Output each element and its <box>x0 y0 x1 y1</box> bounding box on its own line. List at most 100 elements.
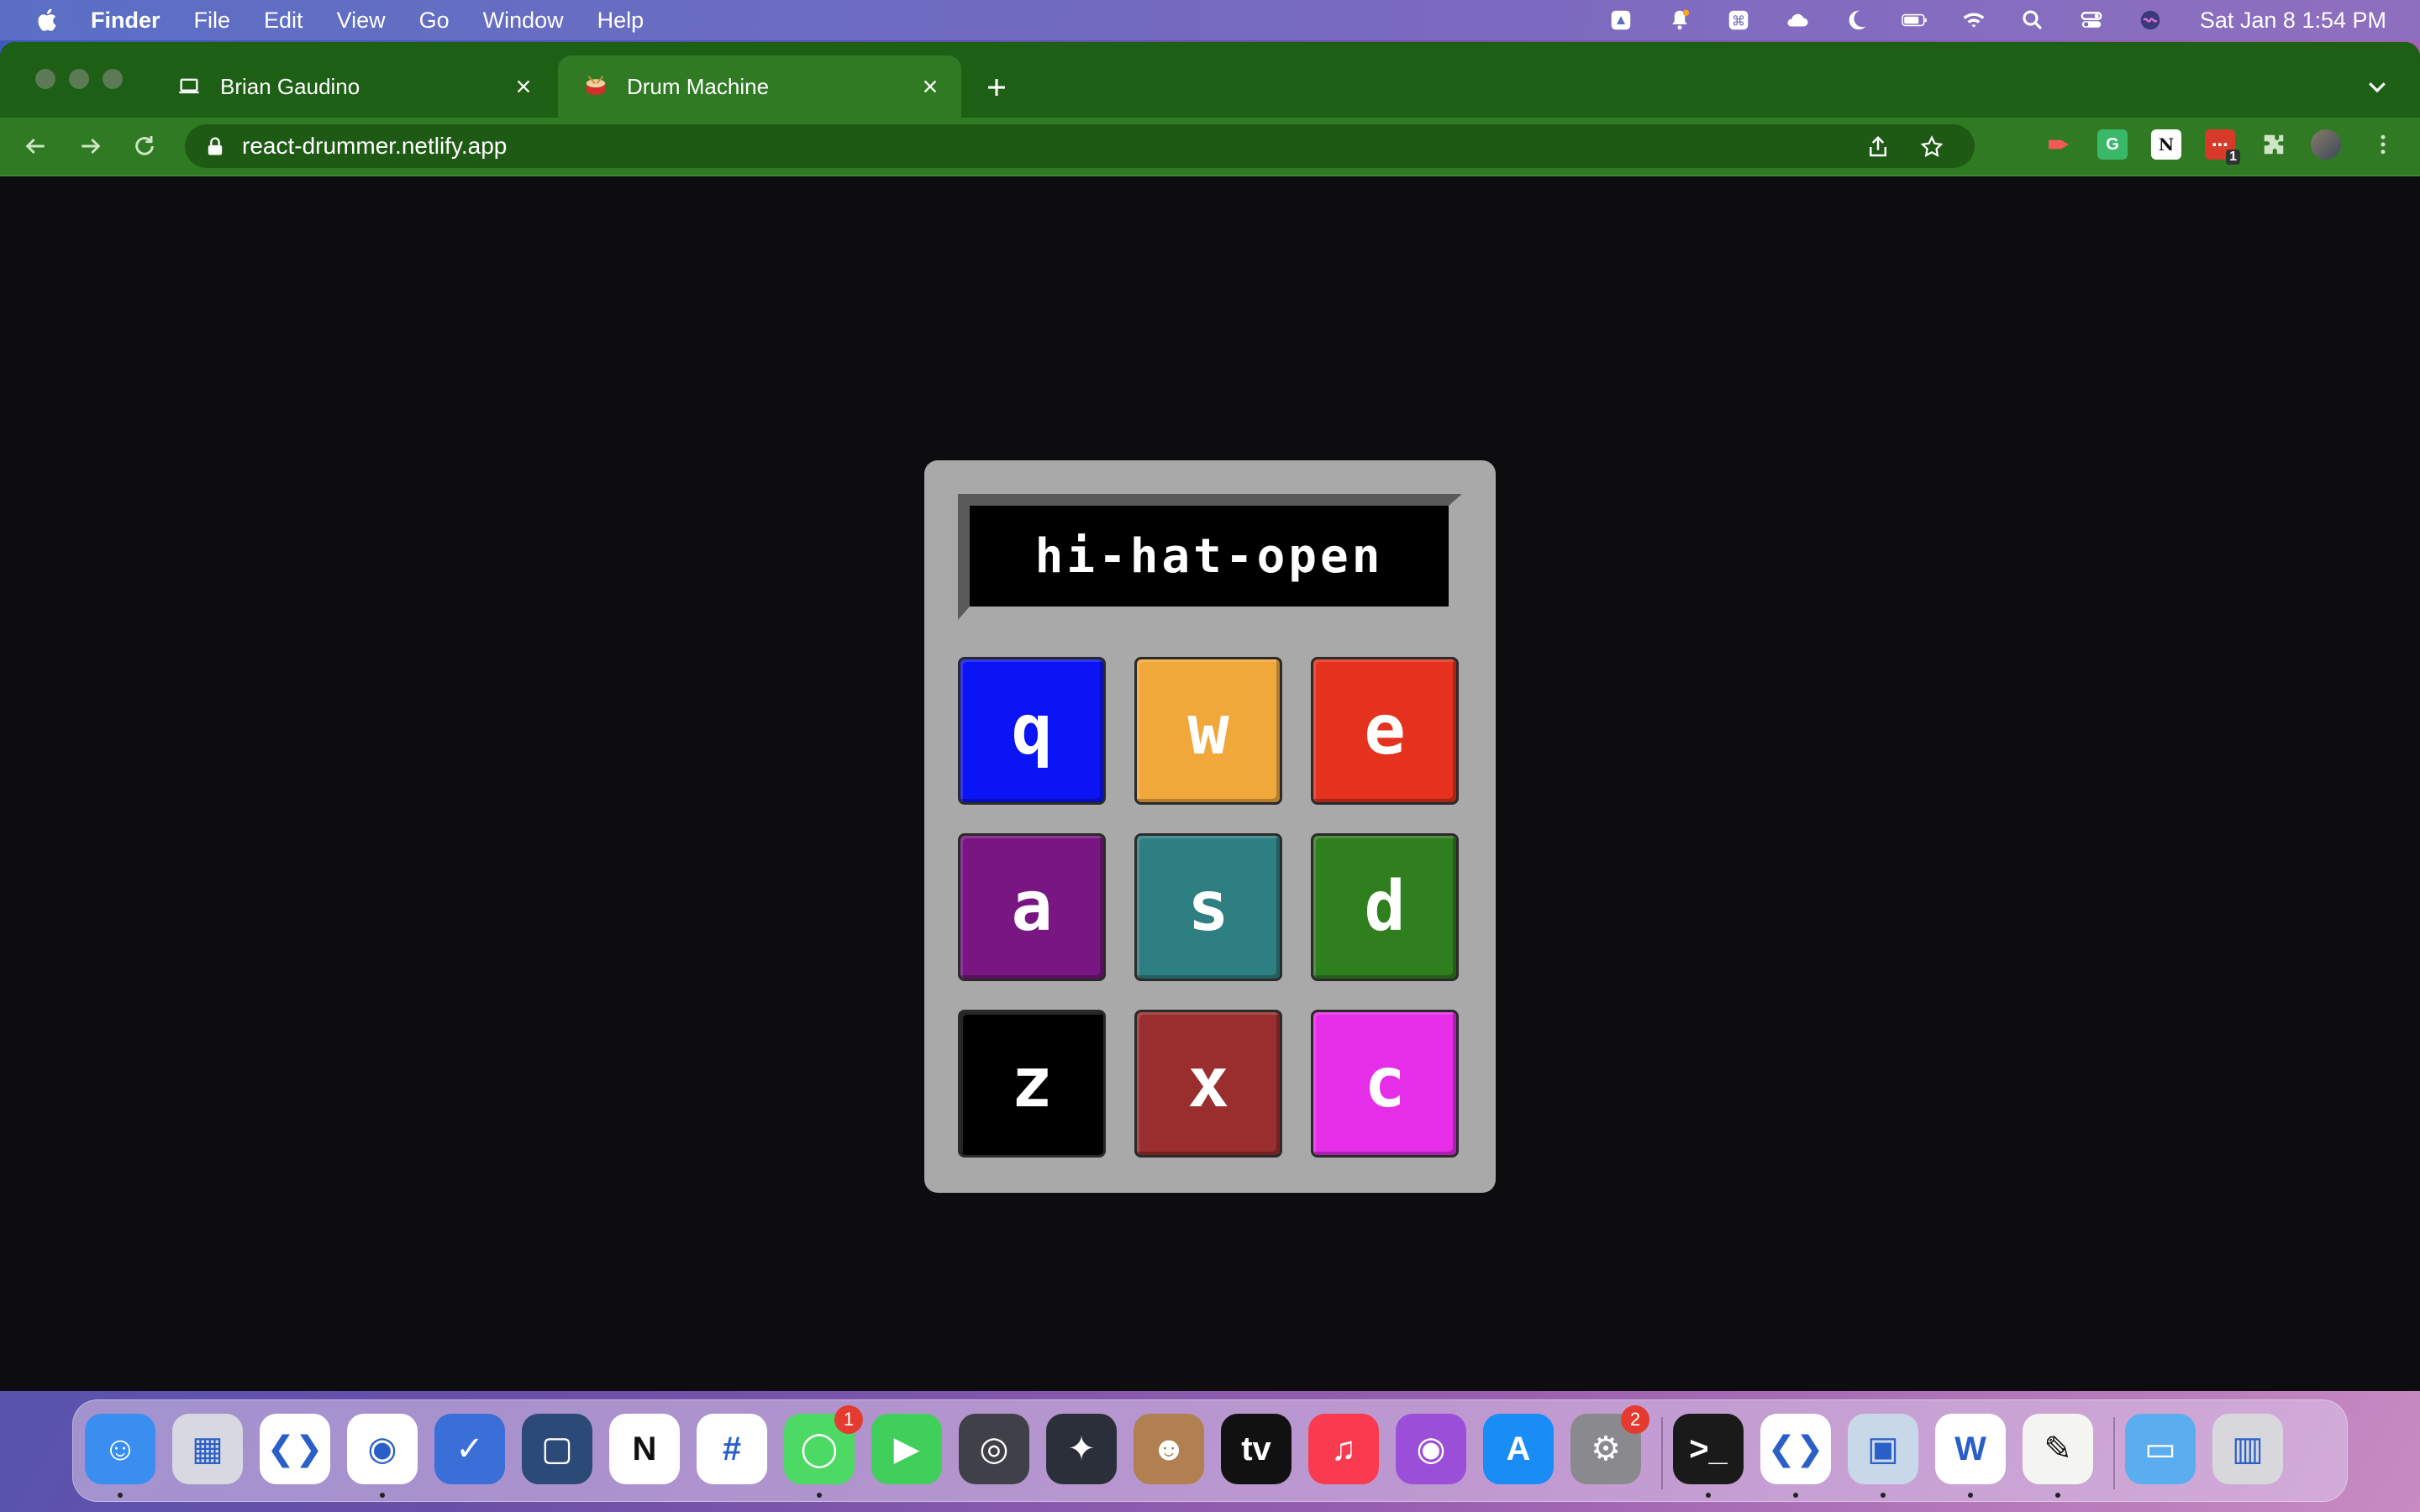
notification-badge: 2 <box>1621 1405 1649 1434</box>
dock-separator <box>2113 1417 2115 1489</box>
screens-icon[interactable]: ▢ <box>522 1414 592 1484</box>
share-icon[interactable] <box>1865 134 1891 160</box>
cloud-icon[interactable] <box>1783 8 1812 33</box>
davinci-icon[interactable]: ✦ <box>1046 1414 1117 1484</box>
drum-pad-x[interactable]: x <box>1134 1010 1282 1158</box>
slack-icon[interactable]: # <box>697 1414 767 1484</box>
menu-app-name[interactable]: Finder <box>91 8 160 34</box>
menu-file[interactable]: File <box>194 8 231 34</box>
settings-icon[interactable]: ⚙ 2 <box>1570 1405 1649 1484</box>
new-tab-icon[interactable] <box>981 72 1012 102</box>
drum-pad-key-label: z <box>1011 1043 1053 1123</box>
display-text: hi-hat-open <box>1034 528 1384 584</box>
appstore-icon[interactable]: A <box>1483 1414 1554 1484</box>
tab-strip: Brian Gaudino Drum Machine <box>0 42 2420 118</box>
drum-pad-z[interactable]: z <box>958 1010 1106 1158</box>
running-indicator <box>1968 1493 1973 1498</box>
sound-display: hi-hat-open <box>958 494 1462 620</box>
wifi-icon[interactable] <box>1960 8 1988 33</box>
back-icon[interactable] <box>18 129 52 163</box>
launchpad-icon[interactable]: ▦ <box>172 1414 243 1484</box>
drum-pad-s[interactable]: s <box>1134 833 1282 981</box>
reload-icon[interactable] <box>128 129 161 163</box>
menu-window[interactable]: Window <box>483 8 564 34</box>
messages-icon[interactable]: ◯ 1 <box>784 1405 863 1484</box>
running-indicator <box>2055 1493 2060 1498</box>
drum-pad-key-label: s <box>1187 867 1229 947</box>
search-icon[interactable] <box>2018 8 2047 33</box>
textedit-icon[interactable]: ✎ <box>2023 1414 2093 1484</box>
browser-window: Brian Gaudino Drum Machine react-drummer… <box>0 42 2420 1391</box>
forward-icon[interactable] <box>74 129 108 163</box>
moon-icon[interactable] <box>1842 8 1870 33</box>
kebab-menu-icon[interactable] <box>2368 129 2398 160</box>
profile-avatar[interactable] <box>2311 129 2341 160</box>
screen-recorder-extension-icon[interactable] <box>2044 129 2074 160</box>
menu-help[interactable]: Help <box>597 8 644 34</box>
compressor-icon[interactable]: ◎ <box>959 1414 1029 1484</box>
drum-pad-q[interactable]: q <box>958 657 1106 805</box>
facetime-icon[interactable]: ▶ <box>871 1414 942 1484</box>
tab-close-icon[interactable] <box>918 74 943 99</box>
drum-pad-key-label: d <box>1364 867 1406 947</box>
menubar-clock[interactable]: Sat Jan 8 1:54 PM <box>2200 8 2386 34</box>
lock-icon[interactable] <box>203 134 227 158</box>
drum-pad-e[interactable]: e <box>1311 657 1459 805</box>
drum-pad-d[interactable]: d <box>1311 833 1459 981</box>
control-center-icon[interactable] <box>2077 8 2106 33</box>
tasks-icon[interactable]: ✓ <box>434 1414 505 1484</box>
vscode-icon[interactable]: ❮❯ <box>260 1414 330 1484</box>
window-close-button[interactable] <box>35 69 55 89</box>
window-zoom-button[interactable] <box>103 69 123 89</box>
battery-icon[interactable] <box>1901 8 1929 33</box>
apple-menu-icon[interactable] <box>34 6 62 34</box>
drum-pad-c[interactable]: c <box>1311 1010 1459 1158</box>
drum-pad-w[interactable]: w <box>1134 657 1282 805</box>
dock-separator <box>1661 1417 1663 1489</box>
tab-close-icon[interactable] <box>511 74 536 99</box>
chevron-down-icon[interactable] <box>2365 74 2395 101</box>
address-bar[interactable]: react-drummer.netlify.app <box>185 124 1975 168</box>
notion-extension-icon[interactable]: N <box>2151 129 2181 160</box>
menu-edit[interactable]: Edit <box>264 8 303 34</box>
tab-title: Brian Gaudino <box>220 73 360 99</box>
tab-brian-gaudino[interactable]: Brian Gaudino <box>151 55 555 118</box>
contacts-icon[interactable]: ☻ <box>1134 1414 1204 1484</box>
chrome-icon[interactable]: ◉ <box>347 1414 418 1484</box>
url-text[interactable]: react-drummer.netlify.app <box>242 133 507 160</box>
drum-pad-key-label: c <box>1364 1043 1406 1123</box>
podcasts-icon[interactable]: ◉ <box>1396 1414 1466 1484</box>
todo-extension-icon[interactable]: ⋯ 1 <box>2205 129 2240 165</box>
finder-icon[interactable]: ☺ <box>85 1414 155 1484</box>
svg-text:⌘: ⌘ <box>1732 13 1745 29</box>
keyboard-shortcut-icon[interactable]: ⌘ <box>1724 8 1753 33</box>
extensions-puzzle-icon[interactable] <box>2259 129 2289 160</box>
tab-drum-machine[interactable]: Drum Machine <box>558 55 961 118</box>
notion-icon[interactable]: N <box>609 1414 680 1484</box>
preview-icon[interactable]: ▣ <box>1848 1414 1918 1484</box>
window-minimize-button[interactable] <box>69 69 89 89</box>
appletv-icon[interactable]: tv <box>1221 1414 1292 1484</box>
vscode-icon[interactable]: ❮❯ <box>1760 1414 1831 1484</box>
siri-icon[interactable] <box>2136 8 2165 33</box>
word-icon[interactable]: W <box>1935 1414 2006 1484</box>
drum-pad-key-label: q <box>1011 690 1053 770</box>
bookmark-star-icon[interactable] <box>1919 134 1944 160</box>
menu-view[interactable]: View <box>337 8 386 34</box>
drum-pad-key-label: e <box>1364 690 1406 770</box>
browser-toolbar: react-drummer.netlify.app G N ⋯ 1 <box>0 118 2420 176</box>
folder-icon[interactable]: ▭ <box>2125 1414 2196 1484</box>
menu-go[interactable]: Go <box>419 8 450 34</box>
running-indicator <box>1793 1493 1798 1498</box>
music-icon[interactable]: ♫ <box>1308 1414 1379 1484</box>
drum-pad-a[interactable]: a <box>958 833 1106 981</box>
google-drive-icon[interactable] <box>1607 8 1635 33</box>
terminal-icon[interactable]: >_ <box>1673 1414 1744 1484</box>
trash-icon[interactable]: ▥ <box>2212 1414 2283 1484</box>
drum-pad-key-label: x <box>1187 1043 1229 1123</box>
running-indicator <box>1706 1493 1711 1498</box>
page-content: hi-hat-open q w e a s d z x c <box>0 176 2420 1391</box>
notifications-icon[interactable] <box>1665 8 1694 33</box>
grammarly-extension-icon[interactable]: G <box>2097 129 2128 160</box>
running-indicator <box>817 1493 822 1498</box>
